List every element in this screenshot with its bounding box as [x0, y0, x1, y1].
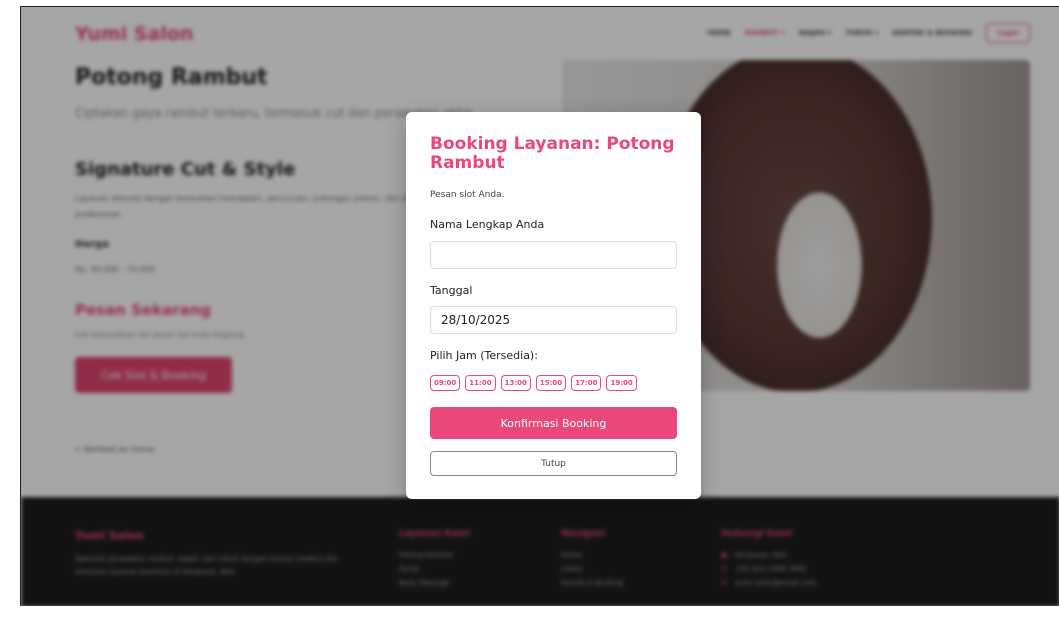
time-slot[interactable]: 15:00 — [535, 375, 567, 391]
close-button[interactable]: Tutup — [430, 451, 677, 476]
time-slot[interactable]: 13:00 — [500, 375, 531, 391]
time-label: Pilih Jam (Tersedia): — [430, 349, 538, 362]
time-slot-list: 09:00 11:00 13:00 15:00 17:00 19:00 — [430, 375, 637, 391]
booking-modal: Booking Layanan: Potong Rambut Pesan slo… — [406, 112, 701, 499]
time-slot[interactable]: 11:00 — [465, 375, 496, 391]
time-slot[interactable]: 09:00 — [430, 375, 461, 391]
date-label: Tanggal — [430, 284, 473, 297]
time-slot[interactable]: 17:00 — [571, 375, 602, 391]
date-input[interactable]: 28/10/2025 — [430, 306, 677, 334]
modal-subtitle: Pesan slot Anda. — [430, 190, 505, 200]
confirm-booking-button[interactable]: Konfirmasi Booking — [430, 407, 677, 439]
modal-title: Booking Layanan: Potong Rambut — [430, 134, 675, 173]
time-slot[interactable]: 19:00 — [606, 375, 637, 391]
browser-viewport: Yumi Salon HOME RAMBUT ▾ WAJAH ▾ TUBUH ▾… — [20, 6, 1059, 606]
name-label: Nama Lengkap Anda — [430, 218, 545, 231]
name-input[interactable] — [430, 241, 677, 269]
